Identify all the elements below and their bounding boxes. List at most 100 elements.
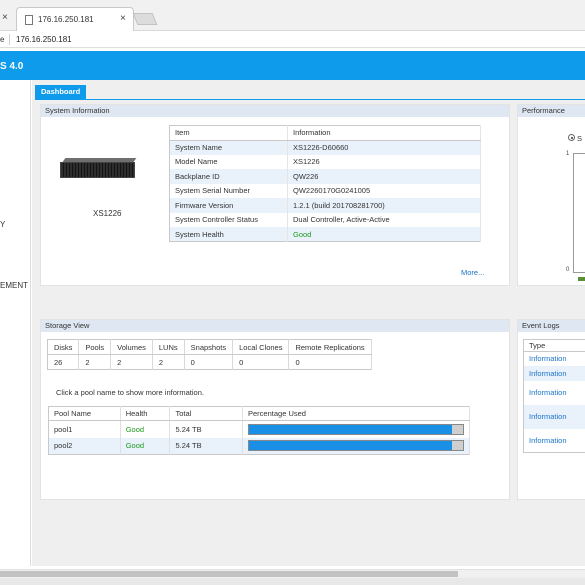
stats-header-disks: Disks	[47, 339, 80, 355]
pool-usage-bar	[248, 423, 464, 435]
table-row: Backplane ID QW226	[169, 169, 481, 184]
table-row: System Controller Status Dual Controller…	[169, 212, 481, 227]
table-row: Information	[524, 352, 585, 366]
column-header-information: Information	[287, 125, 481, 141]
app-title: S 4.0	[0, 61, 24, 72]
table-row: pool2 Good 5.24 TB	[48, 437, 470, 455]
storage-stats-table: Disks Pools Volumes LUNs Snapshots Local…	[47, 339, 372, 370]
table-row: Model Name XS1226	[169, 154, 481, 169]
event-logs-title: Event Logs	[518, 320, 585, 332]
browser-tab-title: 176.16.250.181	[38, 15, 94, 24]
stats-value-volumes: 2	[110, 354, 153, 370]
event-type-link[interactable]: Information	[524, 381, 585, 405]
more-link[interactable]: More...	[461, 268, 484, 277]
server-chassis-image	[60, 158, 137, 178]
info-value: QW2260170G0241005	[287, 183, 481, 198]
performance-radio-button[interactable]	[568, 134, 575, 141]
tab-dashboard[interactable]: Dashboard	[35, 85, 87, 99]
nav-item-management[interactable]: EMENT	[0, 281, 28, 290]
browser-tab-active[interactable]: 176.16.250.181 ×	[16, 7, 134, 31]
storage-view-panel: Storage View Disks Pools Volumes LUNs Sn…	[40, 319, 510, 500]
performance-axis-max: 1	[566, 151, 570, 157]
pool-table: Pool Name Health Total Percentage Used p…	[48, 406, 470, 455]
info-item: System Controller Status	[169, 212, 288, 227]
stats-header-snapshots: Snapshots	[184, 339, 234, 355]
new-tab-button[interactable]	[132, 13, 158, 25]
event-logs-table: Type Information Information Information…	[523, 339, 585, 453]
pool-health: Good	[120, 437, 171, 455]
performance-radio-label: S	[577, 134, 583, 143]
event-logs-panel: Event Logs Type Information Information …	[517, 319, 585, 500]
window-bottom-edge	[0, 578, 585, 585]
info-item: Backplane ID	[169, 169, 288, 184]
performance-chart-frame	[573, 153, 585, 273]
stats-value-local-clones: 0	[232, 354, 290, 370]
nav-item-security[interactable]: Y	[0, 220, 5, 229]
browser-tab-bar: × 176.16.250.181 ×	[0, 0, 585, 31]
info-item: Firmware Version	[169, 198, 288, 213]
address-bar[interactable]: e 176.16.250.181	[0, 31, 585, 48]
info-item: System Serial Number	[169, 183, 288, 198]
info-value: XS1226-D60660	[287, 140, 481, 155]
pool-header-percentage-used: Percentage Used	[242, 406, 470, 421]
info-value: 1.2.1 (build 201708281700)	[287, 198, 481, 213]
performance-legend-swatch	[578, 277, 585, 281]
pool-usage-fill	[249, 441, 453, 451]
dashboard-content: Dashboard System Information XS1226 Item…	[32, 80, 585, 566]
address-url[interactable]: 176.16.250.181	[16, 35, 72, 44]
info-value: Dual Controller, Active-Active	[287, 212, 481, 227]
table-row: Information	[523, 404, 585, 429]
pool-total: 5.24 TB	[169, 437, 243, 455]
pool-name-link[interactable]: pool1	[48, 420, 121, 438]
event-type-link[interactable]: Information	[523, 365, 585, 381]
close-tab-icon[interactable]: ×	[120, 13, 126, 24]
pool-header-name: Pool Name	[48, 406, 121, 421]
info-value: QW226	[287, 169, 481, 184]
stats-header-pools: Pools	[78, 339, 112, 355]
info-item: System Name	[169, 140, 288, 155]
event-type-link[interactable]: Information	[524, 429, 585, 453]
table-row: Information	[523, 365, 585, 381]
performance-axis-min: 0	[566, 267, 570, 273]
table-row: System Name XS1226-D60660	[169, 140, 481, 155]
column-header-item: Item	[169, 125, 288, 141]
table-row: 26 2 2 2 0 0 0	[47, 354, 372, 370]
scrollbar-thumb[interactable]	[0, 571, 458, 577]
table-row: System Health Good	[169, 227, 481, 242]
event-header-type: Type	[523, 339, 585, 352]
pool-hint-text: Click a pool name to show more informati…	[56, 388, 204, 397]
pool-usage-bar	[248, 440, 464, 452]
server-chassis-front	[60, 162, 135, 178]
system-health-status: Good	[287, 227, 481, 242]
pool-name-link[interactable]: pool2	[48, 437, 121, 455]
app-header: S 4.0	[0, 51, 585, 80]
pool-health: Good	[120, 420, 171, 438]
pool-usage-cell	[242, 437, 470, 455]
address-divider	[9, 34, 10, 45]
left-navigation: Y EMENT	[0, 80, 31, 566]
previous-tab-close-icon[interactable]: ×	[2, 12, 8, 23]
stats-header-luns: LUNs	[152, 339, 185, 355]
pool-header-health: Health	[120, 406, 171, 421]
tab-underline	[35, 99, 585, 100]
stats-header-local-clones: Local Clones	[232, 339, 290, 355]
system-information-panel: System Information XS1226 Item Informati…	[40, 104, 510, 286]
event-type-link[interactable]: Information	[524, 352, 585, 366]
stats-header-remote-replications: Remote Replications	[288, 339, 372, 355]
table-row: Firmware Version 1.2.1 (build 2017082817…	[169, 198, 481, 213]
document-icon	[25, 15, 33, 25]
stats-header-volumes: Volumes	[110, 339, 153, 355]
performance-title: Performance	[518, 105, 585, 117]
table-row: pool1 Good 5.24 TB	[48, 420, 470, 438]
pool-usage-cell	[242, 420, 470, 438]
event-type-link[interactable]: Information	[523, 404, 585, 429]
pool-header-total: Total	[169, 406, 243, 421]
horizontal-scrollbar[interactable]	[0, 569, 585, 578]
pool-usage-fill	[249, 424, 453, 434]
stats-value-disks: 26	[47, 354, 80, 370]
performance-panel: Performance S 1 0	[517, 104, 585, 286]
stats-value-pools: 2	[78, 354, 112, 370]
pool-total: 5.24 TB	[169, 420, 243, 438]
table-row: System Serial Number QW2260170G0241005	[169, 183, 481, 198]
device-model-label: XS1226	[93, 209, 122, 218]
